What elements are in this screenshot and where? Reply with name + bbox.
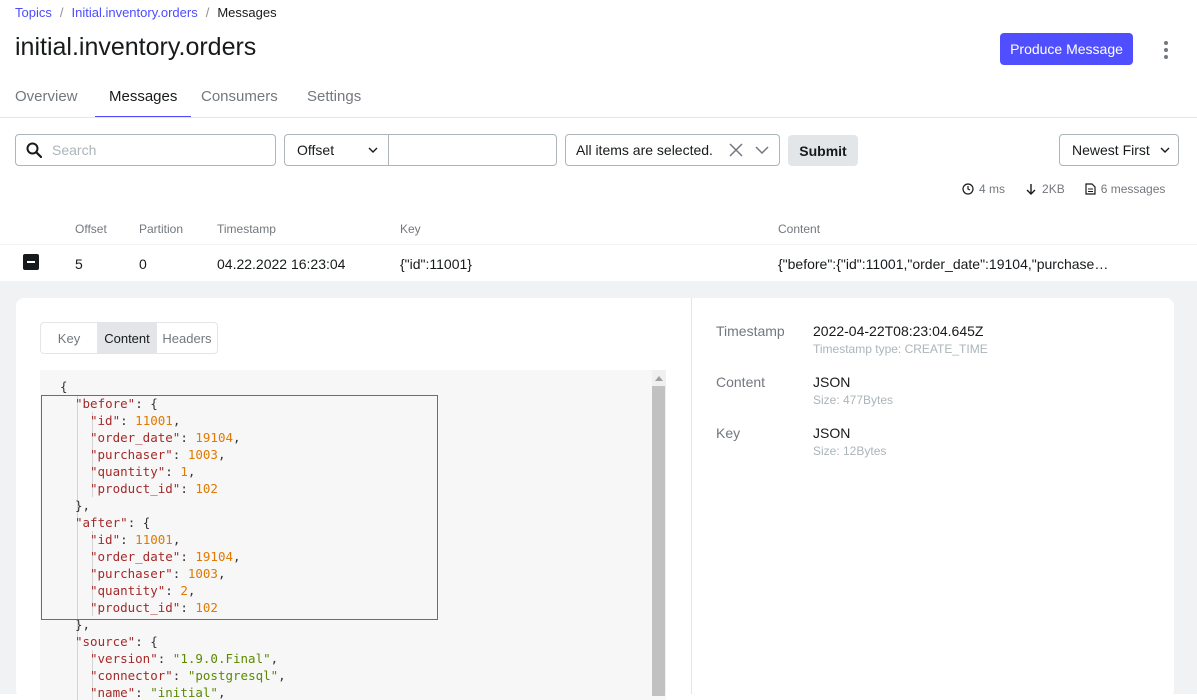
partitions-select[interactable]: All items are selected.: [565, 134, 780, 166]
code-line: "version": "1.9.0.Final",: [40, 650, 286, 667]
code-token: "version": [90, 651, 158, 666]
scroll-up-icon[interactable]: [652, 372, 665, 384]
meta-key-size: Size: 12Bytes: [813, 444, 887, 458]
seek-type-value: Offset: [297, 142, 335, 158]
table-row[interactable]: 5 0 04.22.2022 16:23:04 {"id":11001} {"b…: [0, 244, 1197, 281]
tab-messages[interactable]: Messages: [95, 76, 191, 117]
code-token: :: [157, 651, 173, 666]
code-token: "connector": [90, 668, 173, 683]
row-partition: 0: [139, 256, 147, 272]
highlight-box: [41, 395, 438, 620]
detail-tabs: Key Content Headers: [40, 322, 218, 354]
breadcrumb-topic-link[interactable]: Initial.inventory.orders: [71, 5, 197, 20]
code-token: : {: [135, 634, 158, 649]
code-line: "source": {: [40, 633, 286, 650]
elapsed-stat: 4 ms: [962, 182, 1005, 196]
size-stat: 2KB: [1025, 182, 1065, 196]
tab-overview[interactable]: Overview: [15, 76, 78, 117]
offset-input[interactable]: [388, 134, 557, 166]
meta-content-label: Content: [716, 374, 766, 390]
tab-settings[interactable]: Settings: [307, 76, 361, 117]
clock-icon: [962, 183, 974, 195]
code-token: ,: [278, 668, 286, 683]
breadcrumb-topics-link[interactable]: Topics: [15, 5, 52, 20]
bytes-consumed: 2KB: [1042, 182, 1065, 196]
elapsed-time: 4 ms: [979, 182, 1006, 196]
code-token: :: [135, 685, 151, 700]
row-timestamp: 04.22.2022 16:23:04: [217, 256, 346, 272]
meta-content-size: Size: 477Bytes: [813, 393, 894, 407]
code-token: {: [60, 379, 68, 394]
row-content: {"before":{"id":11001,"order_date":19104…: [778, 256, 1109, 272]
kebab-menu-icon[interactable]: [1158, 38, 1174, 62]
code-line: {: [40, 378, 286, 395]
chevron-down-icon: [1160, 147, 1170, 153]
detail-tab-content[interactable]: Content: [97, 323, 157, 353]
sort-value: Newest First: [1072, 142, 1150, 158]
meta-key-value: JSON: [813, 425, 851, 441]
column-header-partition: Partition: [139, 222, 184, 236]
breadcrumb-current: Messages: [217, 5, 277, 20]
search-input[interactable]: [50, 141, 250, 159]
document-icon: [1085, 183, 1096, 195]
sort-select[interactable]: Newest First: [1059, 134, 1179, 166]
meta-timestamp-label: Timestamp: [716, 323, 785, 339]
breadcrumb: Topics / Initial.inventory.orders / Mess…: [15, 5, 277, 20]
code-token: ,: [270, 651, 279, 666]
detail-tab-key[interactable]: Key: [41, 323, 97, 353]
detail-tab-headers[interactable]: Headers: [157, 323, 217, 353]
message-count: 6 messages: [1100, 182, 1166, 196]
meta-timestamp-type: Timestamp type: CREATE_TIME: [813, 342, 988, 356]
message-stats: 4 ms 2KB 6 messages: [962, 182, 1165, 196]
code-token: "initial": [150, 685, 218, 700]
partitions-value: All items are selected.: [576, 142, 713, 158]
column-header-content: Content: [778, 222, 821, 236]
search-field[interactable]: [15, 134, 276, 166]
code-token: :: [172, 668, 188, 683]
code-token: "1.9.0.Final": [172, 651, 271, 666]
chevron-down-icon: [755, 146, 769, 154]
code-line: "connector": "postgresql",: [40, 667, 286, 684]
meta-timestamp-value: 2022-04-22T08:23:04.645Z: [813, 323, 984, 339]
count-stat: 6 messages: [1085, 182, 1166, 196]
produce-message-button[interactable]: Produce Message: [1000, 33, 1133, 65]
code-token: "name": [90, 685, 136, 700]
editor-scrollbar-thumb[interactable]: [652, 386, 665, 696]
row-key: {"id":11001}: [400, 256, 472, 272]
code-token: ,: [217, 685, 226, 700]
meta-content-value: JSON: [813, 374, 851, 390]
meta-key-label: Key: [716, 425, 741, 441]
tab-consumers[interactable]: Consumers: [201, 76, 278, 117]
breadcrumb-separator: /: [59, 5, 64, 20]
submit-button[interactable]: Submit: [788, 135, 858, 166]
row-offset: 5: [75, 256, 83, 272]
detail-divider: [691, 298, 692, 694]
search-icon: [26, 142, 42, 158]
collapse-row-icon[interactable]: [23, 254, 39, 270]
seek-type-select[interactable]: Offset: [284, 134, 389, 166]
code-token: "source": [75, 634, 136, 649]
column-header-timestamp: Timestamp: [217, 222, 276, 236]
clear-icon[interactable]: [729, 143, 743, 157]
code-token: "postgresql": [187, 668, 279, 683]
page-title: initial.inventory.orders: [15, 33, 257, 61]
arrow-down-icon: [1026, 184, 1036, 195]
column-header-offset: Offset: [75, 222, 107, 236]
breadcrumb-separator: /: [205, 5, 210, 20]
column-header-key: Key: [400, 222, 421, 236]
code-line: "name": "initial",: [40, 684, 286, 700]
topic-tabs: Overview Messages Consumers Settings: [0, 76, 1197, 118]
chevron-down-icon: [368, 147, 378, 153]
